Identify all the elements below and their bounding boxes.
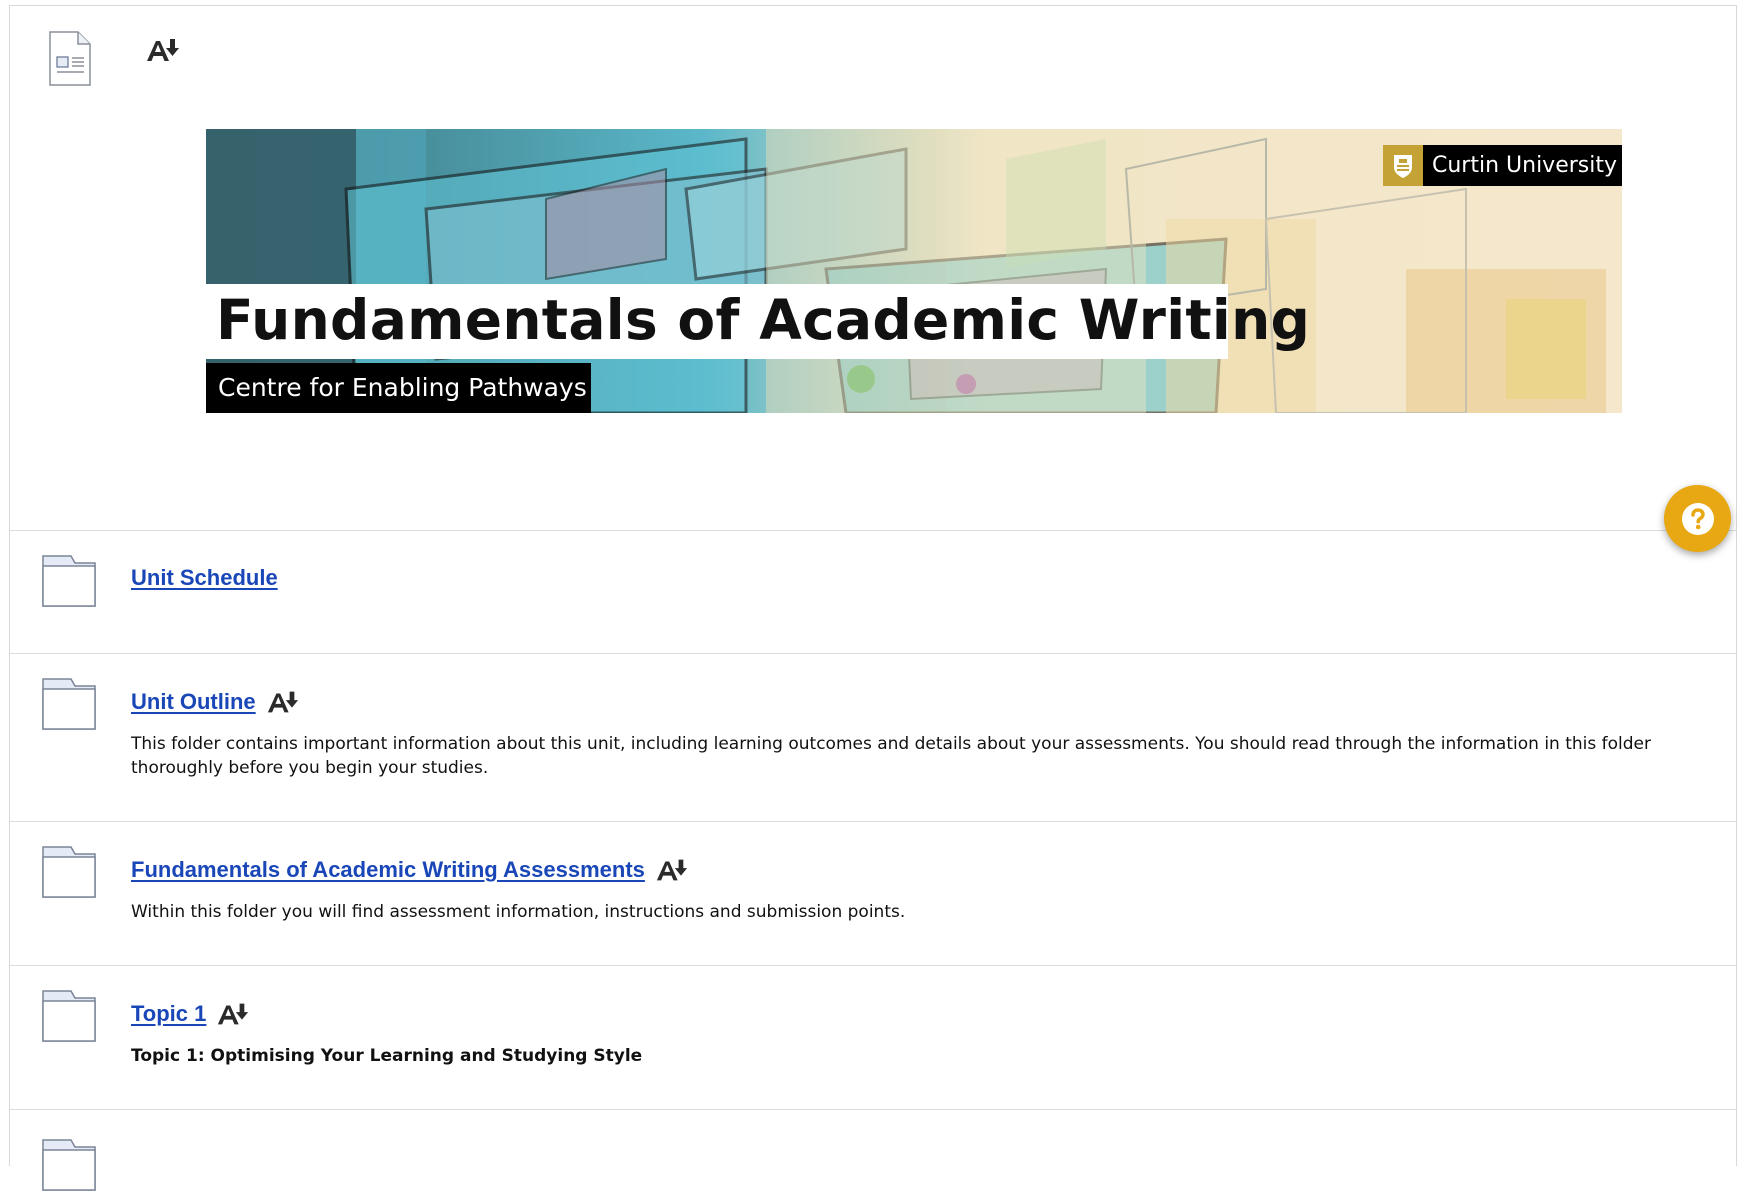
shield-icon <box>1383 145 1423 186</box>
folder-icon <box>41 1137 97 1193</box>
content-item-unit-outline: Unit Outline This folder contains import… <box>10 654 1736 822</box>
alternative-formats-icon[interactable] <box>266 688 300 716</box>
content-item-topic-1: Topic 1 Topic 1: Optimising Your Learnin… <box>10 966 1736 1110</box>
item-description: This folder contains important informati… <box>131 734 1651 778</box>
assessments-link[interactable]: Fundamentals of Academic Writing Assessm… <box>131 857 645 883</box>
course-banner-image: Curtin University Fundamentals of Academ… <box>206 129 1622 413</box>
item-description: Within this folder you will find assessm… <box>131 902 906 922</box>
content-frame: Curtin University Fundamentals of Academ… <box>9 5 1737 1191</box>
unit-outline-link[interactable]: Unit Outline <box>131 689 256 715</box>
folder-icon <box>41 553 97 609</box>
banner-title-box: Fundamentals of Academic Writing <box>206 284 1310 359</box>
content-item-assessments: Fundamentals of Academic Writing Assessm… <box>10 822 1736 966</box>
banner-subtitle-box: Centre for Enabling Pathways <box>206 363 591 413</box>
content-item-partial <box>10 1110 1736 1191</box>
content-item-unit-schedule: Unit Schedule <box>10 531 1736 654</box>
folder-icon <box>41 988 97 1044</box>
unit-schedule-link[interactable]: Unit Schedule <box>131 565 278 591</box>
curtin-university-logo: Curtin University <box>1383 145 1622 186</box>
folder-icon <box>41 676 97 732</box>
document-icon <box>47 30 93 88</box>
topic-1-link[interactable]: Topic 1 <box>131 1001 206 1027</box>
folder-icon <box>41 844 97 900</box>
alternative-formats-icon[interactable] <box>145 36 181 64</box>
item-description: Topic 1: Optimising Your Learning and St… <box>131 1046 643 1066</box>
alternative-formats-icon[interactable] <box>655 856 689 884</box>
banner-title: Fundamentals of Academic Writing <box>216 288 1311 352</box>
logo-text: Curtin University <box>1432 153 1618 178</box>
alternative-formats-icon[interactable] <box>216 1000 250 1028</box>
banner-subtitle: Centre for Enabling Pathways <box>218 373 587 402</box>
help-button[interactable] <box>1664 485 1731 552</box>
question-icon <box>1681 502 1714 535</box>
banner-content-item: Curtin University Fundamentals of Academ… <box>10 6 1736 531</box>
